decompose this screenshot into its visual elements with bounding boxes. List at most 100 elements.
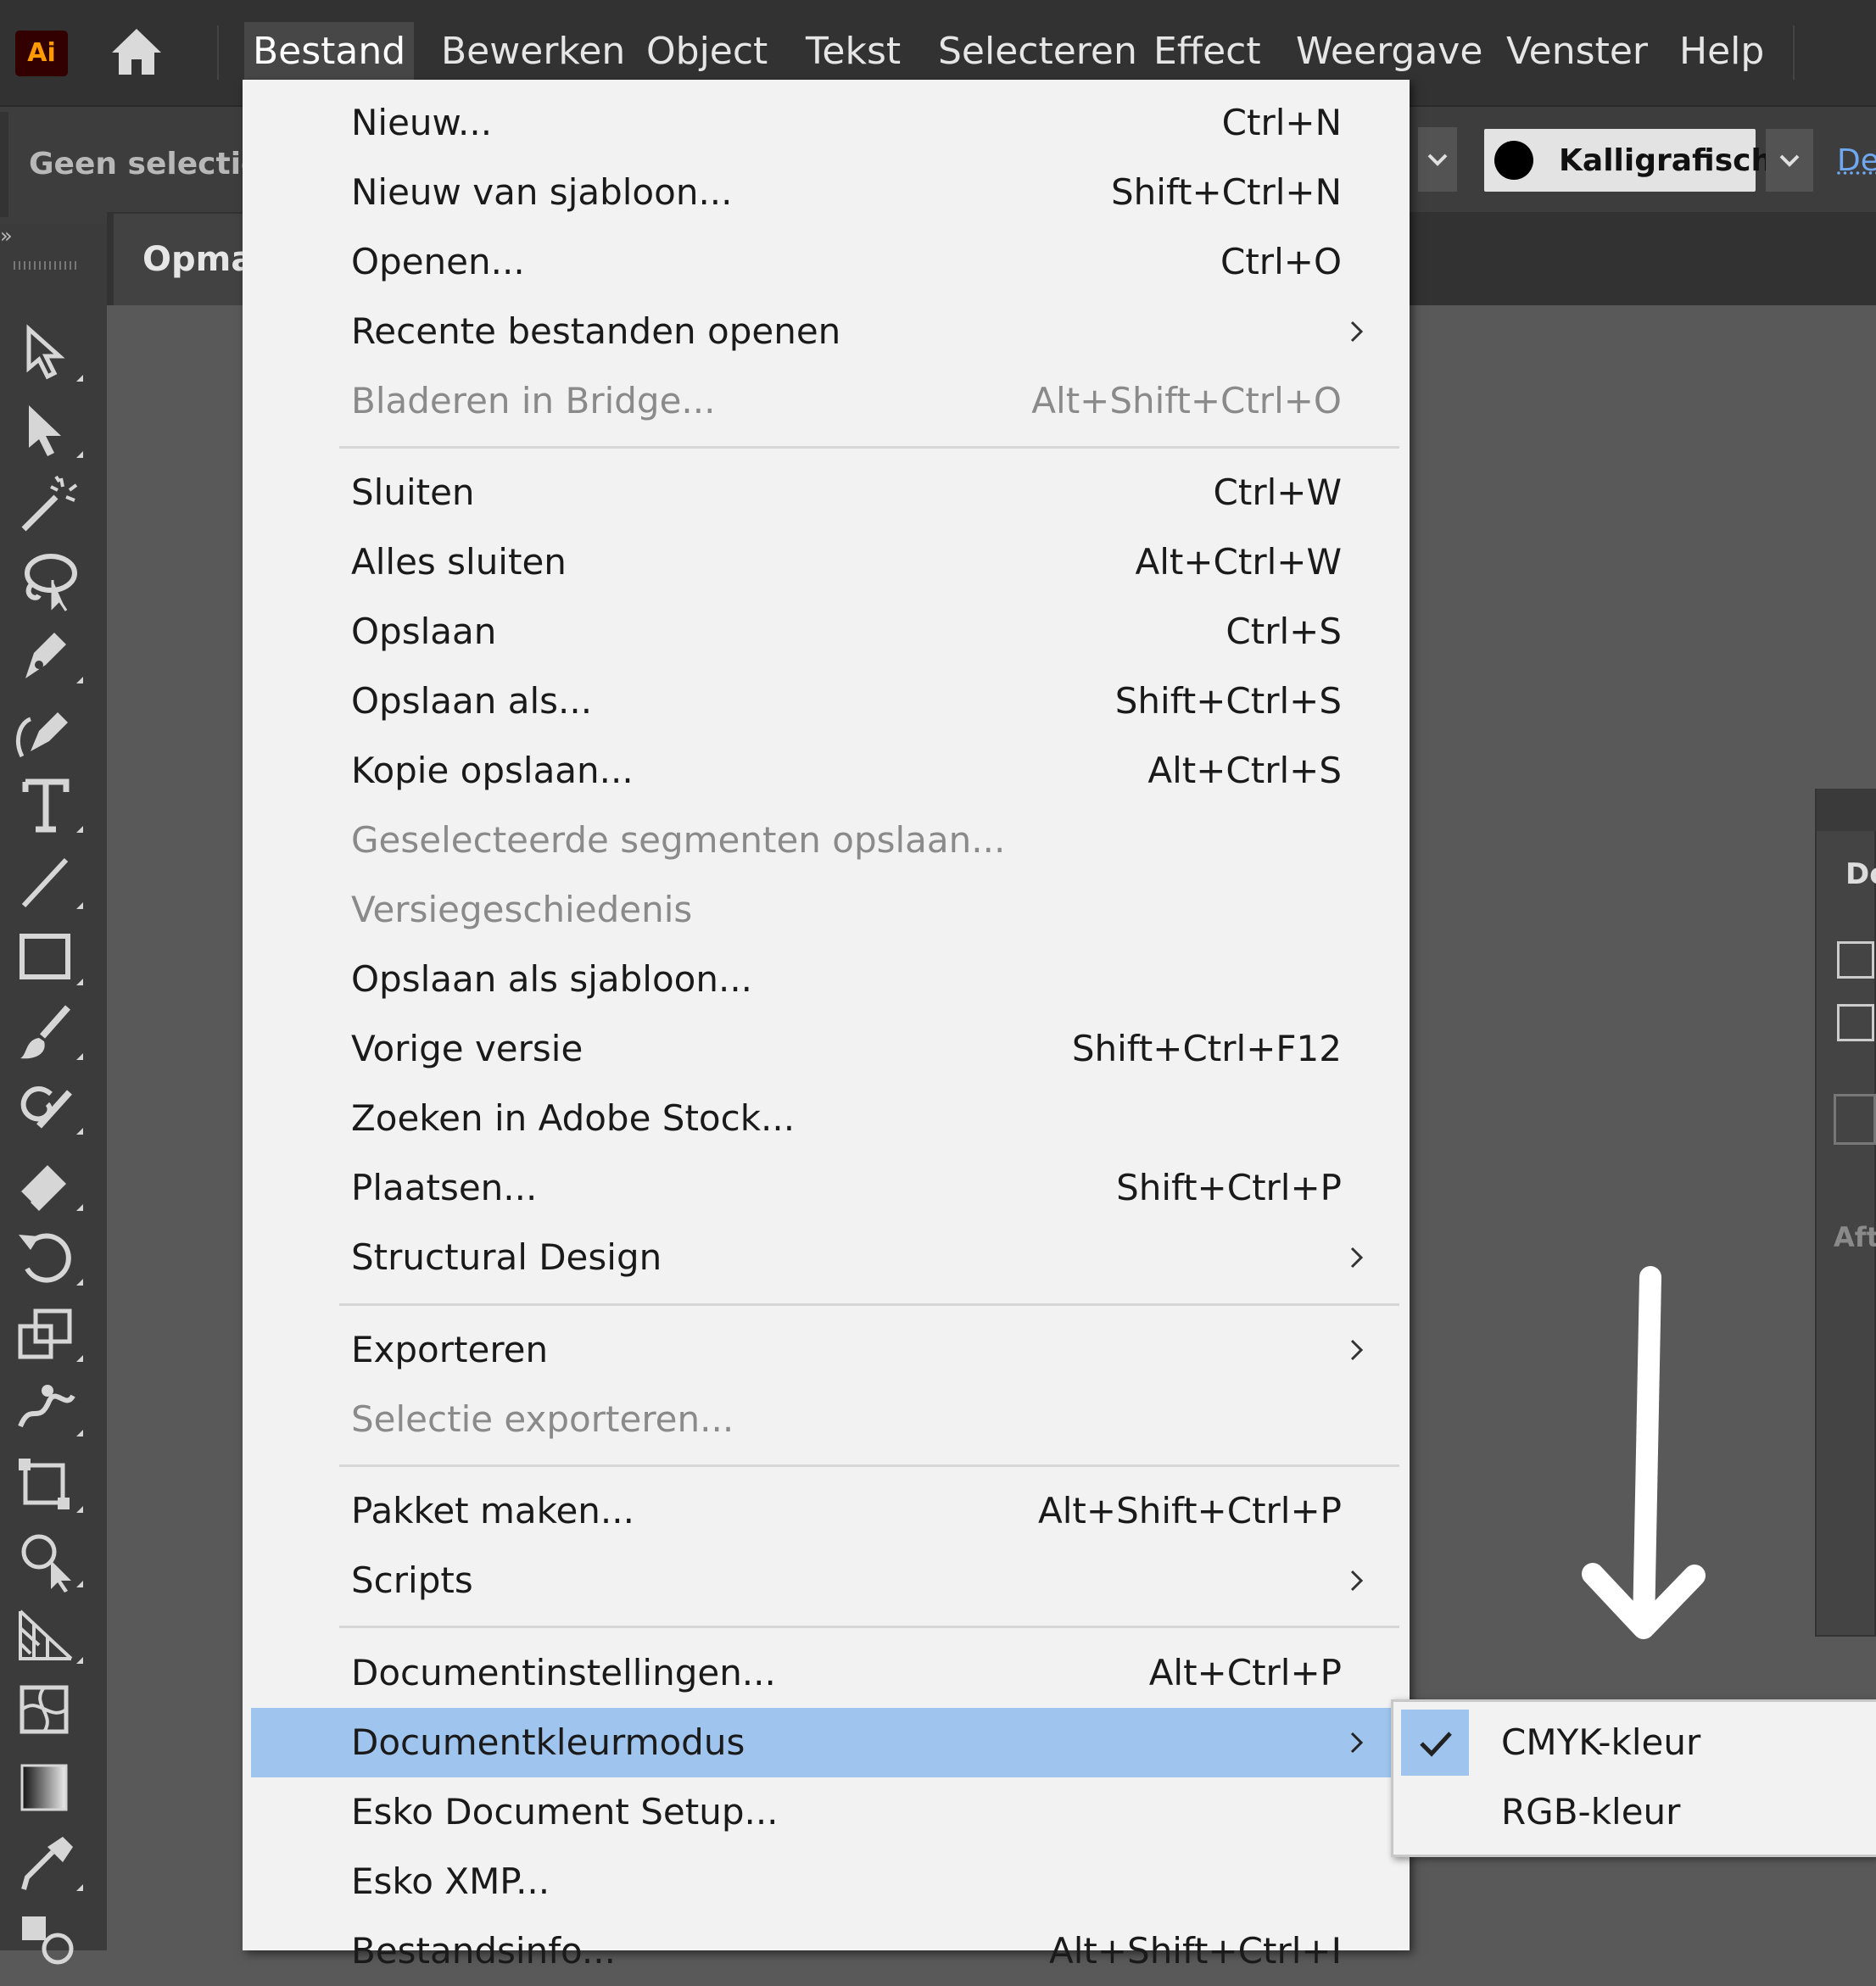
menu-bewerken[interactable]: Bewerken: [433, 22, 634, 81]
eraser-icon[interactable]: [14, 1150, 87, 1218]
scale-icon[interactable]: [14, 1301, 87, 1369]
menu-item-versiegeschiedenis: Versiegeschiedenis: [351, 889, 693, 930]
shortcut-label: Alt+Ctrl+P: [1148, 1652, 1342, 1693]
lasso-icon[interactable]: [14, 546, 87, 614]
stroke-dropdown-button[interactable]: [1418, 127, 1457, 192]
menu-item-opslaan-als-sjabloon[interactable]: Opslaan als sjabloon...: [351, 945, 752, 1014]
line-icon[interactable]: [14, 848, 87, 916]
menu-item-bladeren-in-bridge: Bladeren in Bridge...: [351, 380, 716, 421]
menu-item-exporteren[interactable]: Exporteren: [351, 1315, 548, 1385]
shortcut-label: Alt+Shift+Ctrl+O: [1031, 380, 1342, 421]
curvature-icon[interactable]: [14, 697, 87, 765]
menu-item-esko-document-setup[interactable]: Esko Document Setup...: [351, 1777, 779, 1847]
app-logo: Ai: [15, 31, 68, 76]
shortcut-label: Alt+Ctrl+W: [1135, 541, 1342, 583]
menu-help[interactable]: Help: [1671, 22, 1773, 81]
chevron-right-icon: [1348, 297, 1374, 366]
menu-item-esko-xmp[interactable]: Esko XMP...: [351, 1847, 550, 1916]
menu-item-nieuw[interactable]: Nieuw...: [351, 88, 492, 158]
panel-grip[interactable]: [14, 261, 76, 270]
menu-item-sluiten[interactable]: Sluiten: [351, 458, 475, 527]
submenu-item-cmyk[interactable]: CMYK-kleur: [1501, 1708, 1700, 1777]
menu-item-kopie-opslaan[interactable]: Kopie opslaan...: [351, 736, 634, 806]
properties-panel: [1815, 789, 1876, 1637]
menu-item-openen[interactable]: Openen...: [351, 227, 525, 297]
menu-item-recente-bestanden[interactable]: Recente bestanden openen: [351, 297, 840, 366]
menu-item-alles-sluiten[interactable]: Alles sluiten: [351, 527, 567, 597]
chevron-right-icon: [1348, 1546, 1374, 1615]
paintbrush-icon[interactable]: [14, 999, 87, 1067]
shortcut-label: Alt+Shift+Ctrl+P: [1038, 1490, 1342, 1531]
panel-checkbox[interactable]: [1837, 1004, 1874, 1041]
puppet-warp-icon[interactable]: [14, 1375, 87, 1443]
menu-item-zoeken-in-adobe-stock[interactable]: Zoeken in Adobe Stock...: [351, 1084, 795, 1153]
type-icon[interactable]: [14, 772, 87, 840]
menu-item-opslaan-als[interactable]: Opslaan als...: [351, 667, 592, 736]
menu-separator: [339, 1626, 1399, 1628]
shortcut-label: Ctrl+W: [1213, 471, 1342, 513]
shape-builder-icon[interactable]: [14, 1526, 87, 1594]
mesh-icon[interactable]: [14, 1679, 87, 1747]
menu-item-vorige-versie[interactable]: Vorige versie: [351, 1014, 583, 1084]
chevron-right-icon: [1348, 1223, 1374, 1292]
menu-item-documentinstellingen[interactable]: Documentinstellingen...: [351, 1638, 776, 1708]
shaper-icon[interactable]: [14, 1074, 87, 1141]
checkmark-icon: [1401, 1710, 1469, 1776]
menu-tekst[interactable]: Tekst: [797, 22, 909, 81]
menu-venster[interactable]: Venster: [1498, 22, 1656, 81]
shortcut-label: Ctrl+S: [1226, 611, 1342, 652]
rotate-icon[interactable]: [14, 1225, 87, 1292]
pen-icon[interactable]: [14, 622, 87, 690]
panel-checkbox[interactable]: [1837, 941, 1874, 979]
document-setup-link[interactable]: De: [1837, 136, 1876, 187]
menu-separator: [339, 1303, 1399, 1306]
shortcut-label: Ctrl+O: [1220, 241, 1342, 282]
panel-field[interactable]: [1834, 1094, 1876, 1145]
menu-item-plaatsen[interactable]: Plaatsen...: [351, 1153, 537, 1223]
menu-item-opslaan[interactable]: Opslaan: [351, 597, 496, 667]
menu-separator: [1793, 25, 1795, 80]
shortcut-label: Alt+Shift+Ctrl+I: [1048, 1930, 1342, 1972]
menu-item-nieuw-van-sjabloon[interactable]: Nieuw van sjabloon...: [351, 158, 733, 227]
menu-item-bestandsinfo[interactable]: Bestandsinfo...: [351, 1916, 616, 1986]
menu-item-selectie-exporteren: Selectie exporteren...: [351, 1398, 734, 1440]
free-transform-icon[interactable]: [14, 1452, 87, 1520]
panel-title: Do: [1845, 857, 1876, 891]
annotation-arrow: [1561, 1264, 1713, 1654]
gradient-icon[interactable]: [14, 1755, 87, 1823]
menu-bestand[interactable]: Bestand: [244, 22, 415, 81]
collapse-panel-icon[interactable]: »: [0, 222, 13, 249]
menu-item-structural-design[interactable]: Structural Design: [351, 1223, 662, 1292]
menu-effect[interactable]: Effect: [1145, 22, 1270, 81]
control-bar-grip[interactable]: [0, 112, 8, 217]
shortcut-label: Shift+Ctrl+N: [1111, 171, 1342, 213]
brush-dot-icon: [1494, 141, 1533, 180]
menu-item-geselecteerde-segmenten: Geselecteerde segmenten opslaan...: [351, 819, 1006, 861]
shortcut-label: Shift+Ctrl+S: [1114, 680, 1342, 722]
menu-separator: [339, 1464, 1399, 1467]
menu-item-pakket-maken[interactable]: Pakket maken...: [351, 1476, 634, 1546]
shortcut-label: Shift+Ctrl+F12: [1071, 1028, 1342, 1069]
selection-icon[interactable]: [14, 397, 87, 465]
eyedropper-icon[interactable]: [14, 1830, 87, 1898]
perspective-grid-icon[interactable]: [14, 1603, 87, 1671]
rectangle-icon[interactable]: [14, 924, 87, 992]
menu-item-scripts[interactable]: Scripts: [351, 1546, 473, 1615]
menu-item-documentkleurmodus[interactable]: Documentkleurmodus: [351, 1708, 745, 1777]
home-icon[interactable]: [105, 22, 168, 81]
submenu-item-rgb[interactable]: RGB-kleur: [1501, 1777, 1680, 1847]
blend-icon[interactable]: [14, 1905, 87, 1972]
panel-header[interactable]: [1817, 789, 1876, 831]
menu-object[interactable]: Object: [638, 22, 776, 81]
brush-dropdown-button[interactable]: [1766, 129, 1813, 192]
shortcut-label: Shift+Ctrl+P: [1116, 1167, 1342, 1208]
selection-status: Geen selectie: [29, 147, 262, 181]
chevron-right-icon: [1348, 1708, 1374, 1777]
menu-weergave[interactable]: Weergave: [1287, 22, 1491, 81]
shortcut-label: Alt+Ctrl+S: [1147, 750, 1342, 791]
direct-selection-icon[interactable]: [14, 321, 87, 388]
document-tab-label: Opma: [142, 240, 254, 279]
menu-selecteren[interactable]: Selecteren: [930, 22, 1146, 81]
shortcut-label: Ctrl+N: [1221, 102, 1342, 143]
magic-wand-icon[interactable]: [14, 471, 87, 539]
